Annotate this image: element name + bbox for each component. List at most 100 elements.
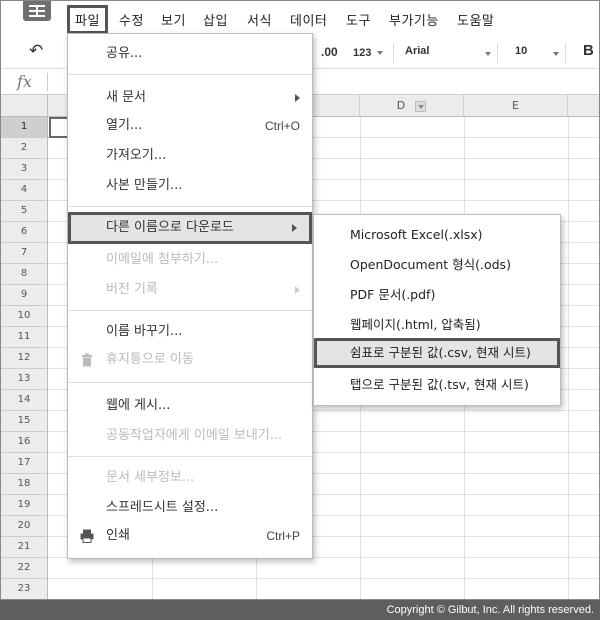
menu-item-label: 가져오기... <box>106 148 167 163</box>
row-header[interactable]: 3 <box>1 159 48 180</box>
menu-item-move-to-trash[interactable]: 휴지통으로 이동 <box>68 346 312 374</box>
row-header[interactable]: 15 <box>1 411 48 432</box>
menu-item-label: 버전 기록 <box>106 282 158 297</box>
column-header-e[interactable]: E <box>464 95 568 117</box>
menu-item-email-collaborators[interactable]: 공동작업자에게 이메일 보내기... <box>68 422 312 450</box>
menu-item-label: 다른 이름으로 다운로드 <box>106 220 234 235</box>
toolbar-divider <box>497 43 498 63</box>
column-header-d[interactable]: D <box>360 95 464 117</box>
submenu-arrow-icon <box>295 94 300 102</box>
menu-view[interactable]: 보기 <box>161 10 186 29</box>
trash-icon <box>82 353 92 367</box>
menu-item-label: 공유... <box>106 46 143 61</box>
spreadsheet-app: 파일 수정 보기 삽입 서식 데이터 도구 부가기능 도움말 ↶ .00 123… <box>0 0 600 600</box>
submenu-item-label: 탭으로 구분된 값(.tsv, 현재 시트) <box>350 377 529 392</box>
menu-item-publish-web[interactable]: 웹에 게시... <box>68 392 312 420</box>
submenu-item-tsv[interactable]: 탭으로 구분된 값(.tsv, 현재 시트) <box>314 370 560 400</box>
row-header[interactable]: 9 <box>1 285 48 306</box>
row-gridline <box>48 578 599 579</box>
chevron-down-icon <box>377 50 384 55</box>
column-label: E <box>512 99 519 112</box>
row-header[interactable]: 23 <box>1 579 48 599</box>
undo-icon[interactable]: ↶ <box>29 41 43 61</box>
menu-format[interactable]: 서식 <box>247 10 272 29</box>
row-header[interactable]: 18 <box>1 474 48 495</box>
selected-cell-a1[interactable] <box>49 117 69 138</box>
submenu-item-label: Microsoft Excel(.xlsx) <box>350 227 483 242</box>
menu-edit[interactable]: 수정 <box>119 10 144 29</box>
submenu-item-label: 웹페이지(.html, 압축됨) <box>350 317 481 332</box>
menu-divider <box>68 456 312 457</box>
row-header[interactable]: 19 <box>1 495 48 516</box>
decimal-increase-button[interactable]: .00 <box>321 45 338 59</box>
submenu-item-xlsx[interactable]: Microsoft Excel(.xlsx) <box>314 220 560 250</box>
column-gridline <box>568 117 569 599</box>
bold-button[interactable]: B <box>583 42 594 59</box>
menu-insert[interactable]: 삽입 <box>203 10 228 29</box>
menu-item-import[interactable]: 가져오기... <box>68 142 312 170</box>
row-header[interactable]: 10 <box>1 306 48 327</box>
chevron-down-icon[interactable] <box>485 52 491 56</box>
menu-help[interactable]: 도움말 <box>457 10 494 29</box>
filter-dropdown-icon[interactable] <box>415 100 427 112</box>
row-header[interactable]: 8 <box>1 264 48 285</box>
toolbar-divider <box>393 43 394 63</box>
menu-item-rename[interactable]: 이름 바꾸기... <box>68 318 312 346</box>
font-family-dropdown[interactable]: Arial <box>405 45 429 57</box>
row-header[interactable]: 12 <box>1 348 48 369</box>
row-header[interactable]: 21 <box>1 537 48 558</box>
row-header[interactable]: 16 <box>1 432 48 453</box>
shortcut-label: Ctrl+P <box>266 529 300 543</box>
row-header[interactable]: 7 <box>1 243 48 264</box>
submenu-item-pdf[interactable]: PDF 문서(.pdf) <box>314 280 560 310</box>
menu-divider <box>68 310 312 311</box>
row-header[interactable]: 14 <box>1 390 48 411</box>
row-header[interactable]: 22 <box>1 558 48 579</box>
menu-item-label: 이름 바꾸기... <box>106 324 183 339</box>
menu-item-share[interactable]: 공유... <box>68 40 312 68</box>
menu-item-label: 인쇄 <box>106 528 130 543</box>
menu-item-spreadsheet-settings[interactable]: 스프레드시트 설정... <box>68 494 312 522</box>
row-header[interactable]: 2 <box>1 138 48 159</box>
menu-item-new[interactable]: 새 문서 <box>68 84 312 112</box>
menu-item-label: 스프레드시트 설정... <box>106 500 219 515</box>
submenu-item-ods[interactable]: OpenDocument 형식(.ods) <box>314 250 560 280</box>
fx-label: fx <box>17 72 32 91</box>
menu-data[interactable]: 데이터 <box>290 10 327 29</box>
row-header[interactable]: 6 <box>1 222 48 243</box>
menu-item-download-as[interactable]: 다른 이름으로 다운로드 <box>68 212 312 244</box>
printer-icon <box>80 529 94 543</box>
select-all-corner[interactable] <box>1 95 48 117</box>
font-size-dropdown[interactable]: 10 <box>515 45 527 57</box>
menu-item-label: 이메일에 첨부하기... <box>106 252 219 267</box>
row-header[interactable]: 13 <box>1 369 48 390</box>
column-header[interactable] <box>568 95 599 117</box>
menu-item-print[interactable]: 인쇄 Ctrl+P <box>68 522 312 550</box>
menu-divider <box>68 206 312 207</box>
font-size-label: 10 <box>515 45 528 57</box>
menu-item-open[interactable]: 열기... Ctrl+O <box>68 112 312 140</box>
submenu-item-csv[interactable]: 쉼표로 구분된 값(.csv, 현재 시트) <box>314 338 560 368</box>
submenu-arrow-icon <box>295 286 300 294</box>
row-header[interactable]: 4 <box>1 180 48 201</box>
sheets-logo-icon[interactable] <box>23 1 51 21</box>
submenu-item-html[interactable]: 웹페이지(.html, 압축됨) <box>314 310 560 340</box>
row-header[interactable]: 17 <box>1 453 48 474</box>
row-header[interactable]: 1 <box>1 117 48 138</box>
menu-tools[interactable]: 도구 <box>346 10 371 29</box>
menu-file[interactable]: 파일 <box>67 5 108 34</box>
menu-addons[interactable]: 부가기능 <box>389 10 439 29</box>
row-header[interactable]: 5 <box>1 201 48 222</box>
chevron-down-icon[interactable] <box>553 52 559 56</box>
menu-item-label: 사본 만들기... <box>106 178 183 193</box>
menu-item-make-copy[interactable]: 사본 만들기... <box>68 172 312 200</box>
row-header[interactable]: 11 <box>1 327 48 348</box>
menu-item-label: 열기... <box>106 118 143 133</box>
menu-item-document-details[interactable]: 문서 세부정보... <box>68 464 312 492</box>
menu-bar: 파일 수정 보기 삽입 서식 데이터 도구 부가기능 도움말 <box>1 1 599 37</box>
row-header[interactable]: 20 <box>1 516 48 537</box>
number-format-dropdown[interactable]: 123 <box>353 45 384 59</box>
menu-item-email-attachment[interactable]: 이메일에 첨부하기... <box>68 246 312 274</box>
download-as-submenu: Microsoft Excel(.xlsx) OpenDocument 형식(.… <box>313 214 561 406</box>
menu-item-version-history[interactable]: 버전 기록 <box>68 276 312 304</box>
